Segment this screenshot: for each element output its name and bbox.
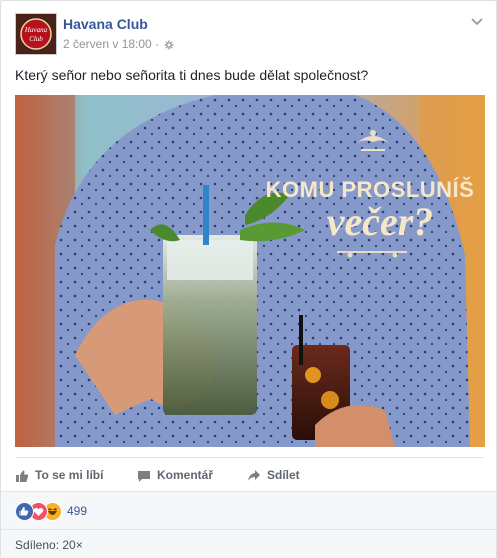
page-avatar[interactable]: Havana Club xyxy=(15,13,57,55)
share-button[interactable]: Sdílet xyxy=(247,458,300,492)
share-label: Sdílet xyxy=(267,468,300,482)
audience-gear-icon[interactable] xyxy=(164,40,174,50)
thumbs-up-icon xyxy=(16,470,29,482)
post-card: Havana Club Havana Club 2 červen v 18:00… xyxy=(0,0,497,558)
photo-headline-big: večer? xyxy=(327,199,434,244)
post-photo[interactable]: KOMU PROSLUNÍŠ večer? xyxy=(15,95,485,447)
share-arrow-icon xyxy=(248,469,260,481)
reactions-bar: 499 xyxy=(1,491,496,530)
like-icon xyxy=(15,502,34,521)
post-actions: To se mi líbí Komentář Sdílet xyxy=(15,457,484,492)
avatar-text-1: Havana xyxy=(24,26,48,34)
post-header: Havana Club Havana Club 2 červen v 18:00… xyxy=(15,13,484,57)
like-label: To se mi líbí xyxy=(35,468,104,482)
chevron-down-icon[interactable] xyxy=(470,15,484,29)
avatar-text-2: Club xyxy=(29,35,43,43)
comment-button[interactable]: Komentář xyxy=(137,458,213,492)
share-count[interactable]: Sdíleno: 20× xyxy=(15,538,83,552)
post-timestamp[interactable]: 2 červen v 18:00 xyxy=(63,37,152,51)
post-meta: 2 červen v 18:00 · xyxy=(63,37,174,51)
page-name-link[interactable]: Havana Club xyxy=(63,16,148,32)
comment-icon xyxy=(138,470,150,482)
like-button[interactable]: To se mi líbí xyxy=(15,458,103,492)
shares-bar: Sdíleno: 20× xyxy=(1,529,496,558)
meta-separator: · xyxy=(155,37,160,51)
post-text: Který señor nebo señorita ti dnes bude d… xyxy=(15,67,369,83)
comment-label: Komentář xyxy=(157,468,214,482)
reaction-count[interactable]: 499 xyxy=(67,504,87,518)
